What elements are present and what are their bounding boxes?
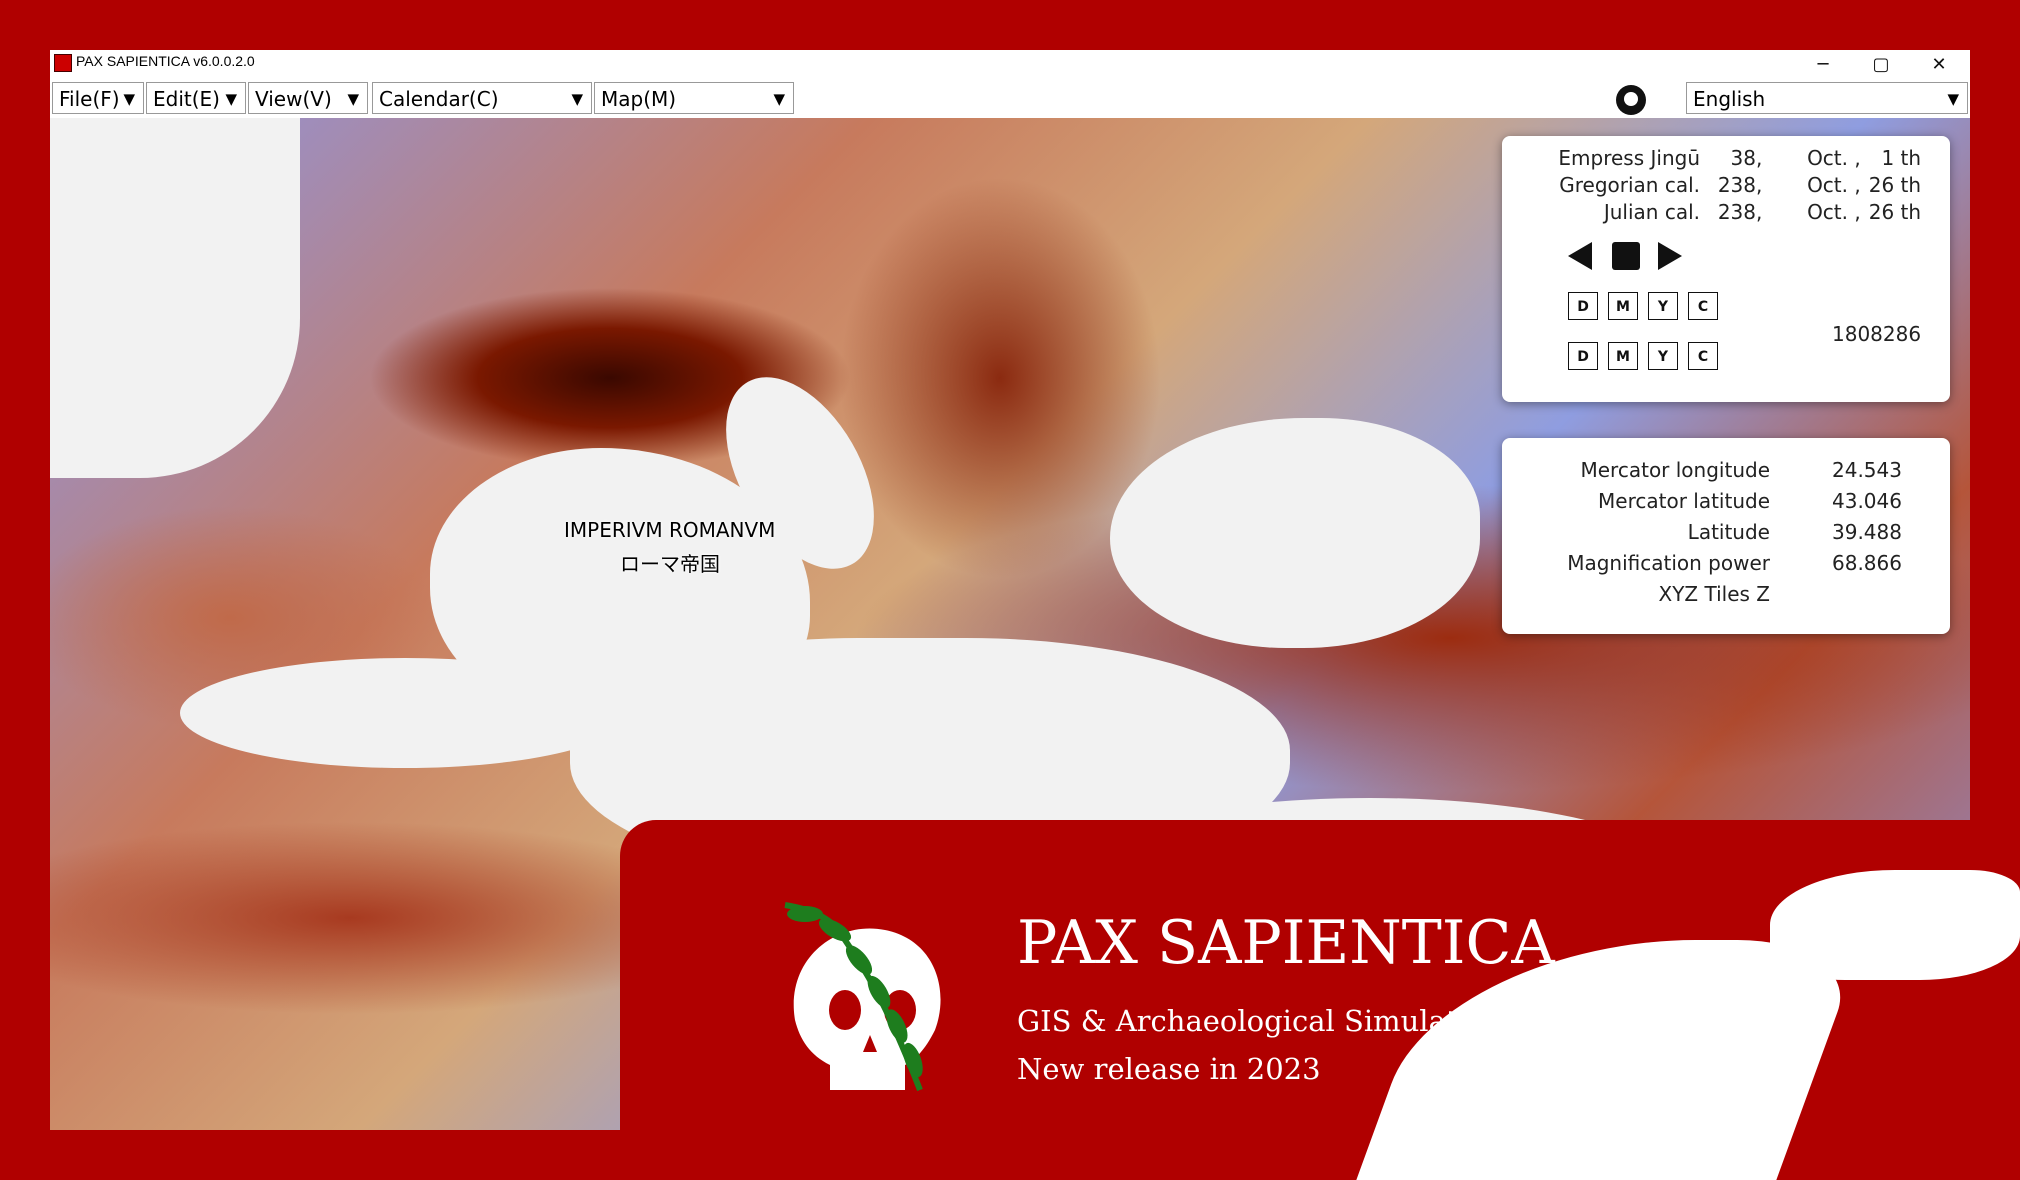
step-forward-month-button[interactable]: M xyxy=(1608,342,1638,370)
menu-bar: File(F) ▼ Edit(E) ▼ View(V) ▼ Calendar(C… xyxy=(50,80,1970,119)
calendar-menu-label: Calendar(C) xyxy=(379,87,499,111)
language-select-value: English xyxy=(1693,87,1766,111)
info-label: Latitude xyxy=(1687,520,1770,544)
info-value: 43.046 xyxy=(1832,489,1902,513)
window-title: PAX SAPIENTICA v6.0.0.2.0 xyxy=(76,53,255,69)
info-value: 39.488 xyxy=(1832,520,1902,544)
chevron-down-icon: ▼ xyxy=(123,90,135,108)
chevron-down-icon: ▼ xyxy=(1947,90,1959,108)
chevron-down-icon: ▼ xyxy=(571,90,583,108)
step-forward-year-button[interactable]: Y xyxy=(1648,342,1678,370)
atlantic-ocean xyxy=(50,118,300,478)
map-menu[interactable]: Map(M) ▼ xyxy=(594,82,794,114)
step-forward-day-button[interactable]: D xyxy=(1568,342,1598,370)
info-label: Mercator longitude xyxy=(1580,458,1771,482)
title-bar: PAX SAPIENTICA v6.0.0.2.0 ─ ▢ ✕ xyxy=(50,50,1970,80)
maximize-button[interactable]: ▢ xyxy=(1852,50,1910,80)
map-menu-label: Map(M) xyxy=(601,87,677,111)
era-label: Julian cal. xyxy=(1603,200,1700,224)
step-back-century-button[interactable]: C xyxy=(1688,292,1718,320)
app-icon xyxy=(54,54,72,72)
skull-laurel-logo xyxy=(784,902,941,1092)
month-value: Oct. , xyxy=(1807,200,1861,224)
step-forward-century-button[interactable]: C xyxy=(1688,342,1718,370)
step-back-month-button[interactable]: M xyxy=(1608,292,1638,320)
step-counter: 1808286 xyxy=(1832,322,1922,346)
play-back-icon[interactable] xyxy=(1568,242,1592,270)
year-value: 238, xyxy=(1717,173,1763,197)
step-back-year-button[interactable]: Y xyxy=(1648,292,1678,320)
era-label: Gregorian cal. xyxy=(1559,173,1700,197)
info-value: 24.543 xyxy=(1832,458,1902,482)
banner-subtitle: GIS & Archaeological Simulator xyxy=(1017,1004,1489,1038)
mediterranean-west-basin xyxy=(180,658,630,768)
chevron-down-icon: ▼ xyxy=(225,90,237,108)
view-menu[interactable]: View(V) ▼ xyxy=(248,82,368,114)
map-label-latin: IMPERIVM ROMANVM xyxy=(564,518,776,542)
stop-icon[interactable] xyxy=(1612,242,1640,270)
step-back-day-button[interactable]: D xyxy=(1568,292,1598,320)
month-value: Oct. , xyxy=(1807,146,1861,170)
year-value: 238, xyxy=(1717,200,1763,224)
coastline-shape xyxy=(1770,870,2020,980)
black-sea xyxy=(1110,418,1480,648)
edit-menu[interactable]: Edit(E) ▼ xyxy=(146,82,246,114)
file-menu[interactable]: File(F) ▼ xyxy=(52,82,144,114)
info-label: Mercator latitude xyxy=(1598,489,1770,513)
info-label: XYZ Tiles Z xyxy=(1658,582,1770,606)
file-menu-label: File(F) xyxy=(59,87,120,111)
minimize-button[interactable]: ─ xyxy=(1794,50,1852,80)
language-select[interactable]: English ▼ xyxy=(1686,82,1968,114)
github-icon[interactable] xyxy=(1616,85,1646,115)
edit-menu-label: Edit(E) xyxy=(153,87,220,111)
day-value: 26 th xyxy=(1868,173,1922,197)
play-forward-icon[interactable] xyxy=(1658,242,1682,270)
chevron-down-icon: ▼ xyxy=(347,90,359,108)
calendar-menu[interactable]: Calendar(C) ▼ xyxy=(372,82,592,114)
info-value: 68.866 xyxy=(1832,551,1902,575)
day-value: 26 th xyxy=(1868,200,1922,224)
year-value: 38, xyxy=(1730,146,1763,170)
close-button[interactable]: ✕ xyxy=(1910,50,1968,80)
coordinate-info-panel: Mercator longitude 24.543 Mercator latit… xyxy=(1502,438,1950,634)
calendar-panel: Empress Jingū 38, Oct. , 1 th Gregorian … xyxy=(1502,136,1950,402)
map-label-japanese: ローマ帝国 xyxy=(620,552,720,576)
era-label: Empress Jingū xyxy=(1558,146,1700,170)
info-label: Magnification power xyxy=(1567,551,1770,575)
banner-release: New release in 2023 xyxy=(1017,1052,1321,1086)
day-value: 1 th xyxy=(1881,146,1922,170)
chevron-down-icon: ▼ xyxy=(773,90,785,108)
banner-title: PAX SAPIENTICA xyxy=(1017,908,1555,978)
view-menu-label: View(V) xyxy=(255,87,332,111)
month-value: Oct. , xyxy=(1807,173,1861,197)
